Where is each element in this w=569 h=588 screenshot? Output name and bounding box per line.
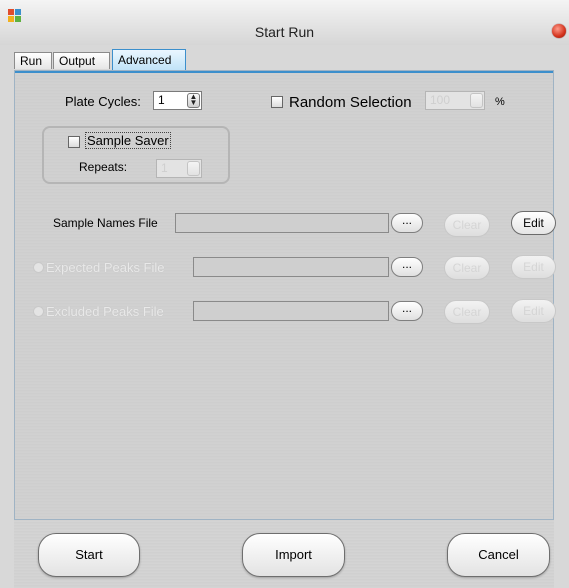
plate-cycles-label: Plate Cycles: (65, 94, 141, 109)
import-button[interactable]: Import (242, 533, 345, 577)
percent-unit: % (495, 96, 505, 108)
random-selection-value: 100 (430, 93, 451, 107)
random-selection-label: Random Selection (289, 94, 412, 111)
random-selection-stepper[interactable]: 100 (425, 91, 485, 110)
cancel-button[interactable]: Cancel (447, 533, 550, 577)
repeats-label: Repeats: (79, 160, 128, 174)
tab-output[interactable]: Output (53, 52, 110, 69)
repeats-value: 1 (161, 161, 168, 175)
random-selection-checkbox[interactable] (271, 96, 283, 108)
expected-peaks-browse-button[interactable]: ... (391, 257, 423, 277)
close-icon[interactable] (552, 24, 566, 38)
sample-names-file-label: Sample Names File (53, 216, 158, 230)
spin-arrows-icon (187, 161, 200, 176)
title-bar: Start Run (0, 0, 569, 45)
excluded-peaks-file-field[interactable] (193, 301, 389, 321)
sample-names-clear-button[interactable]: Clear (444, 213, 490, 237)
sample-saver-label: Sample Saver (85, 132, 171, 149)
expected-peaks-clear-button[interactable]: Clear (444, 256, 490, 280)
start-button[interactable]: Start (38, 533, 140, 577)
excluded-peaks-file-label: Excluded Peaks File (46, 304, 164, 319)
spin-arrows-icon (470, 93, 483, 108)
excluded-peaks-radio[interactable] (33, 306, 44, 317)
expected-peaks-file-label: Expected Peaks File (46, 260, 165, 275)
excluded-peaks-clear-button[interactable]: Clear (444, 300, 490, 324)
tab-underline (15, 71, 553, 73)
expected-peaks-file-field[interactable] (193, 257, 389, 277)
window-title: Start Run (254, 24, 315, 40)
excluded-peaks-edit-button[interactable]: Edit (511, 299, 556, 323)
repeats-stepper[interactable]: 1 (156, 159, 202, 178)
tab-run[interactable]: Run (14, 52, 52, 69)
sample-names-edit-button[interactable]: Edit (511, 211, 556, 235)
expected-peaks-radio[interactable] (33, 262, 44, 273)
spin-arrows-icon[interactable]: ▲ ▼ (187, 93, 200, 108)
sample-saver-checkbox[interactable] (68, 136, 80, 148)
sample-names-browse-button[interactable]: ... (391, 213, 423, 233)
expected-peaks-edit-button[interactable]: Edit (511, 255, 556, 279)
tab-advanced[interactable]: Advanced (112, 49, 186, 71)
plate-cycles-stepper[interactable]: 1 ▲ ▼ (153, 91, 202, 110)
excluded-peaks-browse-button[interactable]: ... (391, 301, 423, 321)
app-icon (8, 9, 22, 23)
sample-names-file-field[interactable] (175, 213, 389, 233)
plate-cycles-value: 1 (158, 93, 165, 107)
